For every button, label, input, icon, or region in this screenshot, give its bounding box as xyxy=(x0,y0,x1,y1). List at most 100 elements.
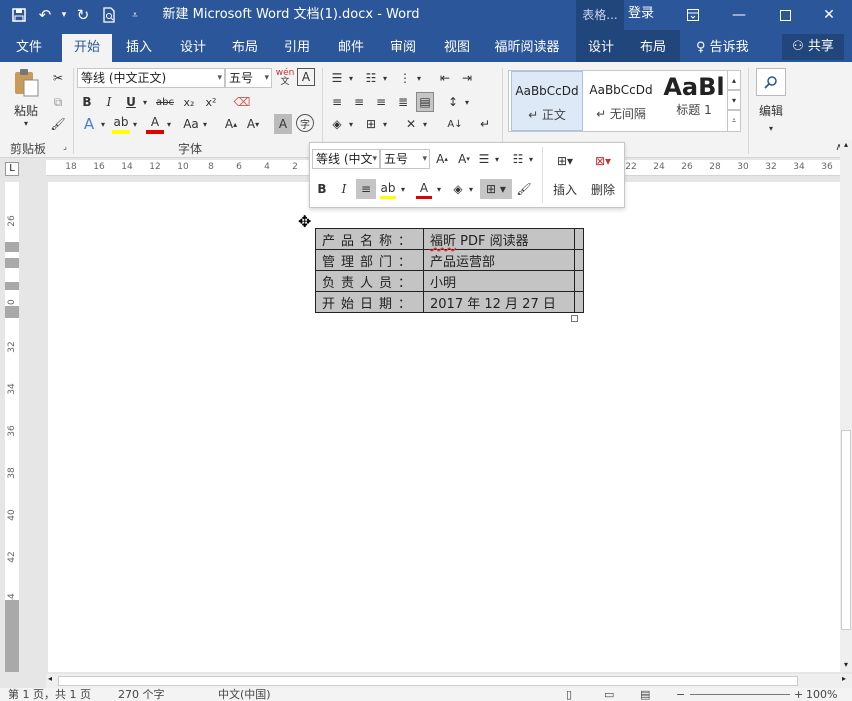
tab-layout[interactable]: 布局 xyxy=(222,34,268,62)
tab-file[interactable]: 文件 xyxy=(6,34,52,62)
underline-dropdown-icon[interactable]: ▾ xyxy=(140,92,150,112)
insert-table-icon[interactable]: ⊞▾ xyxy=(548,149,582,173)
minimize-icon[interactable]: — xyxy=(716,0,762,30)
table-row[interactable]: 产品名称： 福昕 PDF 阅读器 xyxy=(314,228,585,250)
table-cell-value[interactable]: 2017 年 12 月 27 日 xyxy=(423,291,576,313)
bullets-icon[interactable]: ☰ xyxy=(476,149,492,169)
cut-icon[interactable]: ✂ xyxy=(48,68,68,88)
chevron-down-icon[interactable]: ▾ xyxy=(380,114,390,134)
sort-icon[interactable]: A↓ xyxy=(446,114,464,134)
format-painter-icon[interactable]: 🖌 xyxy=(48,114,68,134)
scroll-right-icon[interactable]: ▸ xyxy=(842,674,846,683)
horizontal-scrollbar[interactable]: ◂ ▸ xyxy=(46,674,852,688)
chinese-layout-icon[interactable]: ✕ xyxy=(402,114,420,134)
italic-icon[interactable]: I xyxy=(336,179,352,199)
align-left-icon[interactable]: ≡ xyxy=(328,92,346,112)
table-resize-handle[interactable] xyxy=(571,315,578,322)
web-layout-icon[interactable]: ▤ xyxy=(640,688,650,701)
chevron-down-icon[interactable]: ▾ xyxy=(492,149,502,169)
print-layout-icon[interactable]: ▭ xyxy=(604,688,614,701)
italic-icon[interactable]: I xyxy=(100,92,118,112)
font-color-icon[interactable]: A xyxy=(416,179,432,199)
shading-icon[interactable]: ◈ xyxy=(450,179,466,199)
chevron-down-icon[interactable]: ▾ xyxy=(164,114,174,134)
multilevel-list-icon[interactable]: ⋮ xyxy=(396,68,414,88)
scroll-thumb[interactable] xyxy=(58,676,798,686)
bold-icon[interactable]: B xyxy=(78,92,96,112)
borders-icon[interactable]: ⊞ ▾ xyxy=(480,179,512,199)
chevron-down-icon[interactable]: ▾ xyxy=(434,179,444,199)
table-cell-label[interactable]: 开始日期： xyxy=(314,291,425,313)
clipboard-launcher-icon[interactable]: ⌟ xyxy=(60,140,70,152)
zoom-slider[interactable] xyxy=(690,694,790,695)
vertical-scrollbar[interactable]: ▴ ▾ xyxy=(840,140,852,672)
chevron-down-icon[interactable]: ▾ xyxy=(346,68,356,88)
login-link[interactable]: 登录 xyxy=(626,0,656,30)
font-name-dropdown[interactable]: 等线 (中文正文) ▾ xyxy=(77,68,225,88)
character-shading-icon[interactable]: A xyxy=(274,114,292,134)
align-center-icon[interactable]: ≡ xyxy=(350,92,368,112)
tab-selector-icon[interactable]: L xyxy=(5,162,19,176)
search-icon[interactable] xyxy=(756,68,786,96)
tab-foxit-reader[interactable]: 福昕阅读器 xyxy=(488,34,566,62)
copy-icon[interactable]: ⧉ xyxy=(48,92,68,112)
table-cell-value[interactable]: 产品运营部 xyxy=(423,249,576,271)
delete-label[interactable]: 删除 xyxy=(586,179,620,199)
editing-label[interactable]: 编辑 xyxy=(754,100,788,120)
table-row[interactable]: 负责人员： 小明 xyxy=(314,270,585,292)
table-cell-value[interactable]: 福昕 PDF 阅读器 xyxy=(423,228,576,250)
increase-indent-icon[interactable]: ⇥ xyxy=(458,68,476,88)
table-row[interactable]: 开始日期： 2017 年 12 月 27 日 xyxy=(314,291,585,313)
change-case-icon[interactable]: Aa xyxy=(180,114,202,134)
chevron-down-icon[interactable]: ▾ xyxy=(462,92,472,112)
tab-references[interactable]: 引用 xyxy=(274,34,320,62)
style-heading-1[interactable]: AaBl 标题 1 xyxy=(659,71,729,131)
bold-icon[interactable]: B xyxy=(314,179,330,199)
chevron-down-icon[interactable]: ▾ xyxy=(398,179,408,199)
shrink-font-icon[interactable]: A ▾ xyxy=(244,114,262,134)
zoom-out-icon[interactable]: − xyxy=(676,688,685,701)
scroll-down-icon[interactable]: ▾ xyxy=(840,660,852,672)
tab-review[interactable]: 审阅 xyxy=(380,34,426,62)
font-size-dropdown[interactable]: 五号 ▾ xyxy=(225,68,272,88)
read-mode-icon[interactable]: ▯ xyxy=(566,688,572,701)
mini-font-dropdown[interactable]: 等线 (中文 ▾ xyxy=(312,149,380,169)
chevron-down-icon[interactable]: ▾ xyxy=(98,114,108,134)
line-spacing-icon[interactable]: ↕ xyxy=(444,92,462,112)
strikethrough-icon[interactable]: abc xyxy=(154,92,176,112)
tell-me-search[interactable]: ♀ 告诉我 xyxy=(696,34,749,62)
chevron-down-icon[interactable]: ▾ xyxy=(420,114,430,134)
underline-icon[interactable]: U xyxy=(122,92,140,112)
mini-size-dropdown[interactable]: 五号 ▾ xyxy=(380,149,430,169)
delete-table-icon[interactable]: ⊠▾ xyxy=(586,149,620,173)
tab-design[interactable]: 设计 xyxy=(170,34,216,62)
numbering-icon[interactable]: ☷ xyxy=(362,68,380,88)
borders-icon[interactable]: ⊞ xyxy=(362,114,380,134)
chevron-down-icon[interactable]: ▾ xyxy=(130,114,140,134)
clear-formatting-icon[interactable]: ⌫ xyxy=(232,92,252,112)
zoom-in-icon[interactable]: + xyxy=(794,688,803,701)
grow-font-icon[interactable]: A ▴ xyxy=(434,149,450,169)
styles-scroll-up-icon[interactable]: ▴ xyxy=(727,70,741,90)
highlight-icon[interactable]: ab xyxy=(380,179,396,199)
decrease-indent-icon[interactable]: ⇤ xyxy=(436,68,454,88)
chevron-down-icon[interactable]: ▾ xyxy=(346,114,356,134)
tab-mailings[interactable]: 邮件 xyxy=(328,34,374,62)
page-count[interactable]: 第 1 页，共 1 页 xyxy=(8,688,91,701)
highlight-icon[interactable]: ab xyxy=(112,114,130,134)
scroll-left-icon[interactable]: ◂ xyxy=(48,674,52,683)
subscript-icon[interactable]: x₂ xyxy=(180,92,198,112)
show-marks-icon[interactable]: ↵ xyxy=(476,114,494,134)
numbering-icon[interactable]: ☷ xyxy=(510,149,526,169)
styles-scroll-down-icon[interactable]: ▾ xyxy=(727,90,741,110)
chevron-down-icon[interactable]: ▾ xyxy=(200,114,210,134)
vertical-ruler[interactable]: 2628303234363840424446 xyxy=(5,182,19,672)
scroll-up-icon[interactable]: ▴ xyxy=(840,140,852,152)
distributed-icon[interactable]: ▤ xyxy=(416,92,434,112)
phonetic-guide-icon[interactable]: wén 文 xyxy=(276,68,295,88)
word-count[interactable]: 270 个字 xyxy=(118,688,165,701)
insert-label[interactable]: 插入 xyxy=(548,179,582,199)
share-button[interactable]: ⚇ 共享 xyxy=(782,34,844,60)
paste-button[interactable]: 粘贴 ▾ xyxy=(8,68,44,128)
scroll-thumb[interactable] xyxy=(841,430,851,630)
